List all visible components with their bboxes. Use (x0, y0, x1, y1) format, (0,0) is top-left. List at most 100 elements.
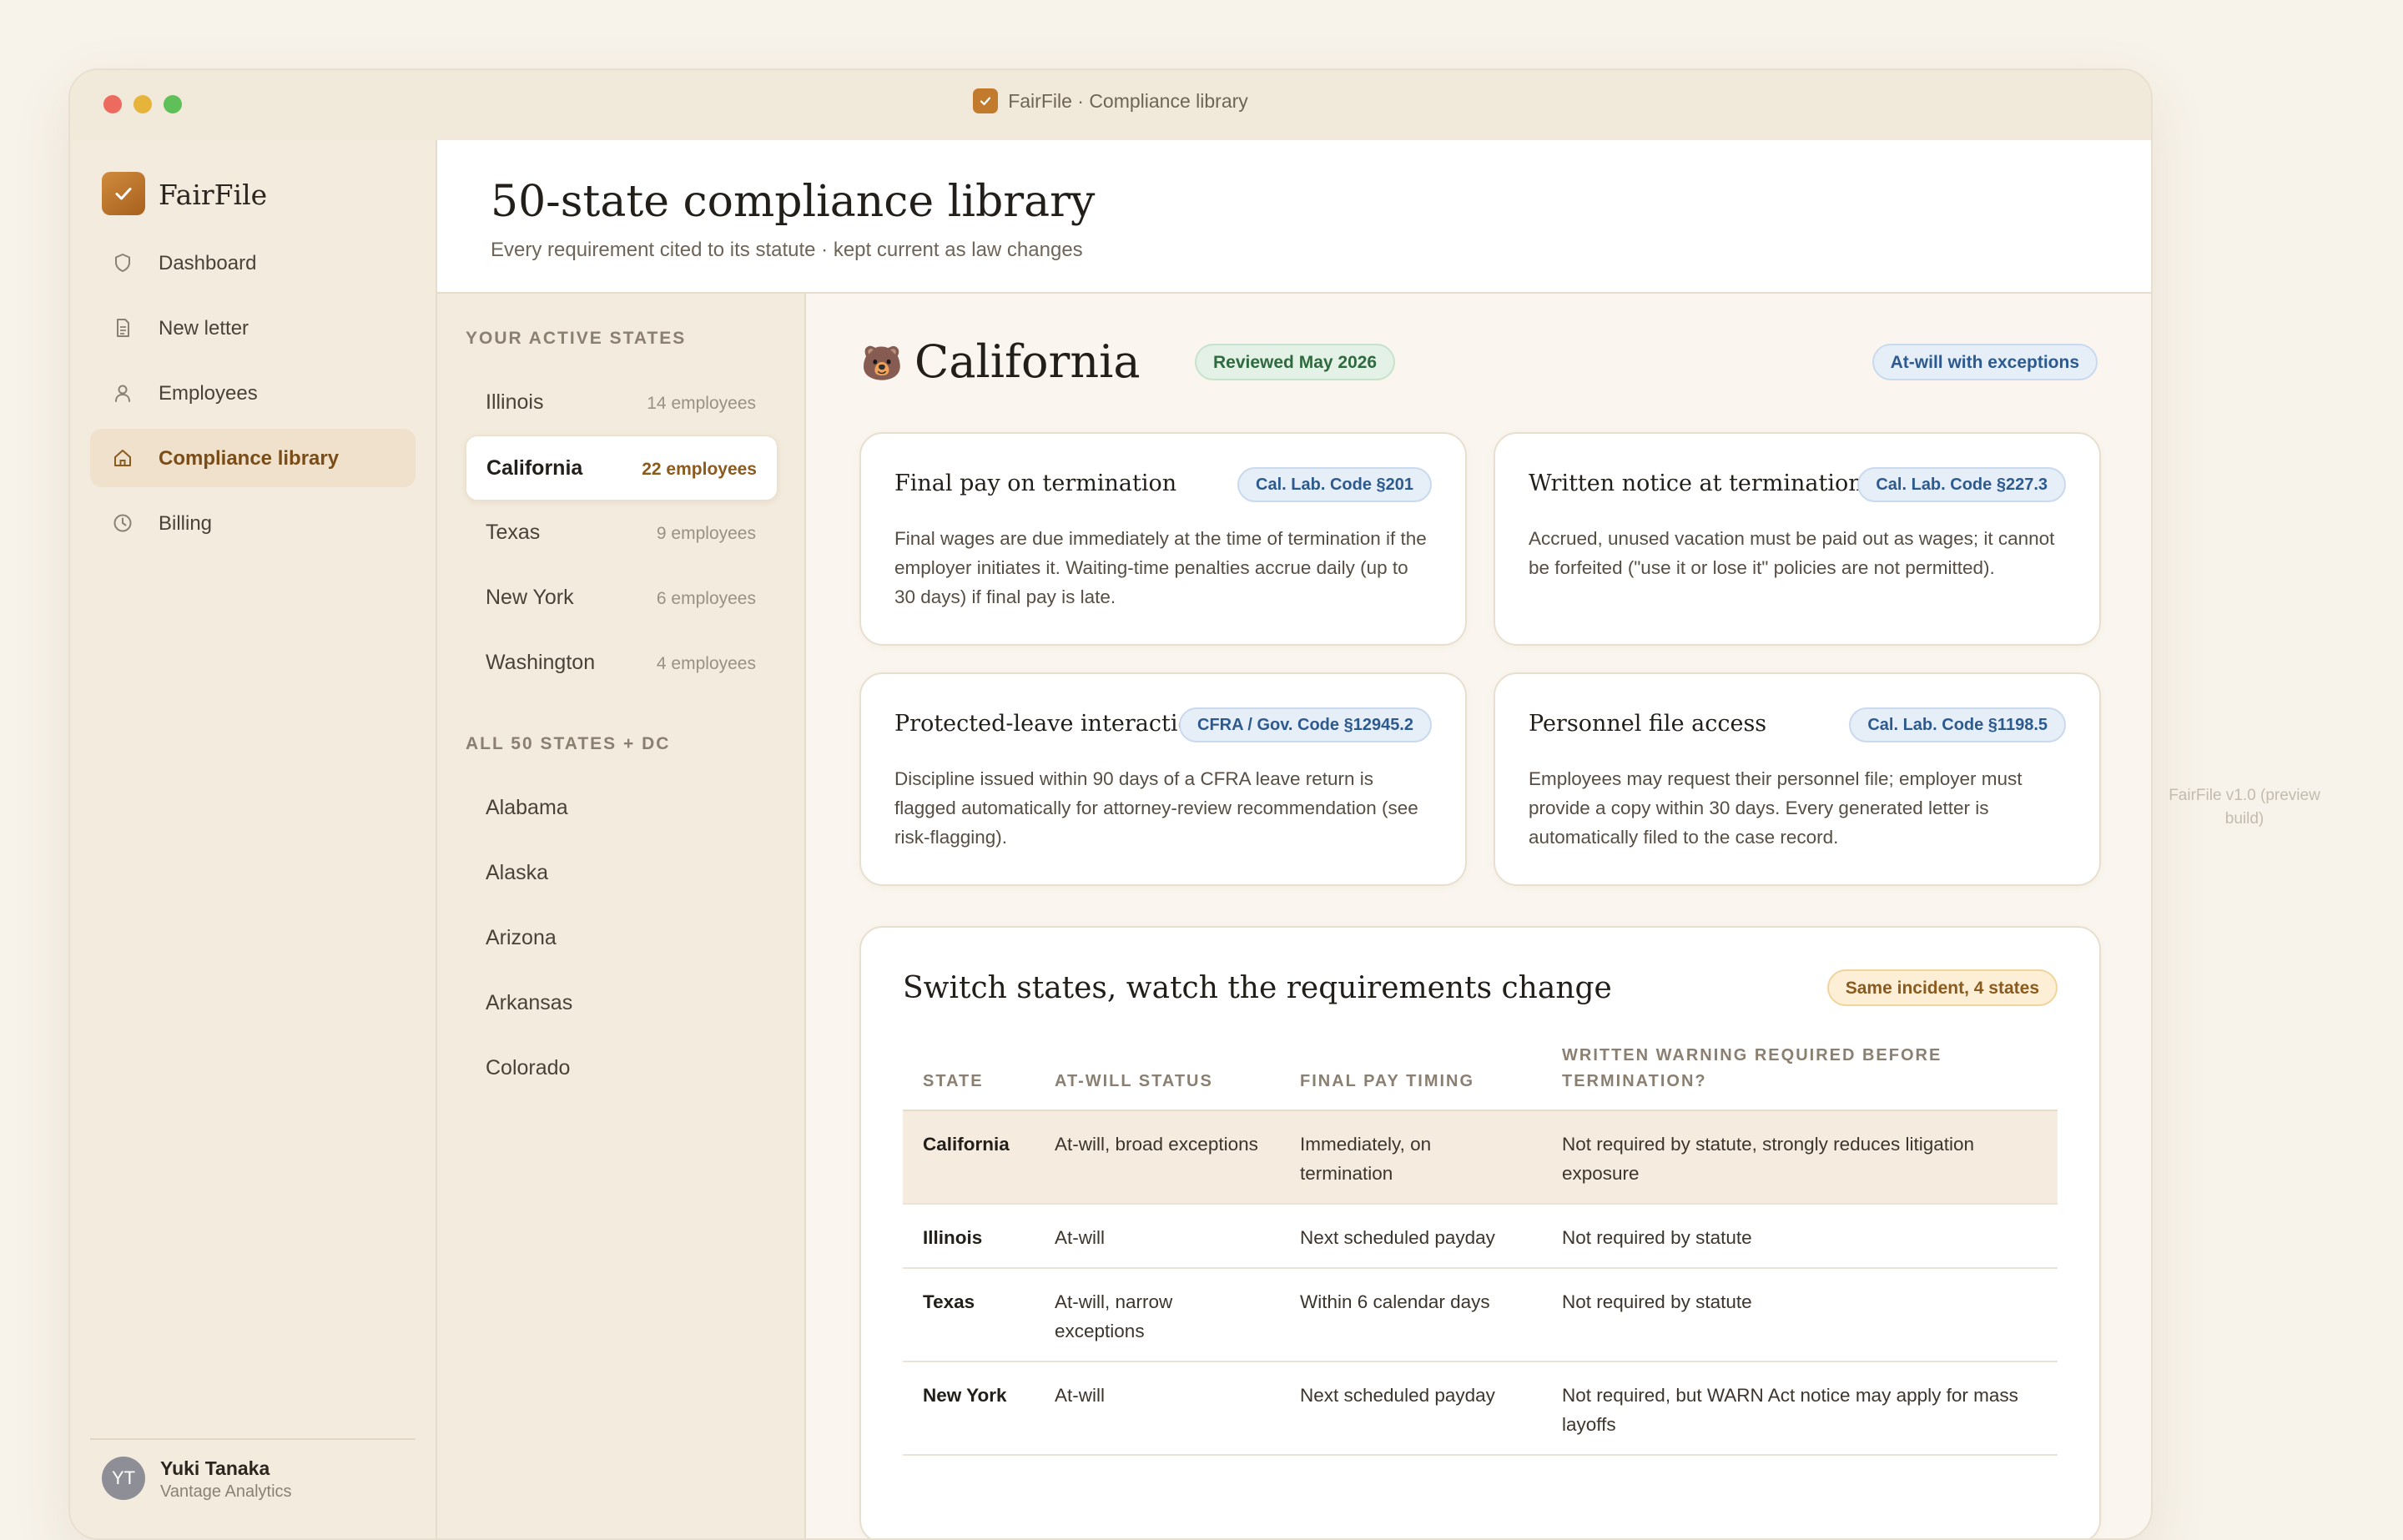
nav-label: Employees (159, 382, 258, 405)
card-body: Employees may request their personnel fi… (1529, 768, 2023, 848)
nav-item-employees[interactable]: Employees (90, 364, 416, 422)
state-item-washington[interactable]: Washington 4 employees (466, 631, 776, 694)
state-title: California (914, 335, 1141, 388)
statute-tag[interactable]: CFRA / Gov. Code §12945.2 (1179, 707, 1432, 742)
state-name: California (486, 456, 583, 480)
table-cell: Texas (903, 1268, 1035, 1362)
card-title: Final pay on termination (894, 471, 1177, 496)
brand-check-icon (102, 172, 145, 215)
state-count: 4 employees (656, 654, 756, 673)
user-divider (90, 1438, 416, 1440)
column-header: FINAL PAY TIMING (1280, 1043, 1542, 1111)
sidebar: FairFile Dashboard New letter Employees … (70, 140, 437, 1538)
nav-label: Dashboard (159, 252, 257, 274)
card-body: Accrued, unused vacation must be paid ou… (1529, 528, 2055, 578)
table-cell: New York (903, 1361, 1035, 1456)
all-states-label: ALL 50 STATES + DC (466, 734, 671, 753)
state-count: 6 employees (656, 589, 756, 608)
state-name: Illinois (486, 390, 544, 414)
table-cell: At-will, broad exceptions (1035, 1110, 1280, 1205)
state-item-illinois[interactable]: Illinois 14 employees (466, 370, 776, 434)
state-item-colorado[interactable]: Colorado (466, 1036, 776, 1100)
column-header: STATE (903, 1043, 1035, 1111)
comparison-badge: Same incident, 4 states (1826, 969, 2058, 1006)
user-org: Vantage Analytics (160, 1482, 292, 1501)
state-item-california[interactable]: California 22 employees (466, 435, 778, 501)
table-cell: Not required, but WARN Act notice may ap… (1542, 1361, 2058, 1456)
page-title: 50-state compliance library (491, 177, 1096, 227)
table-cell: Next scheduled payday (1280, 1204, 1542, 1269)
app-window: FairFile · Compliance library FairFile D… (68, 68, 2153, 1540)
comparison-table: STATE AT-WILL STATUS FINAL PAY TIMING WR… (903, 1043, 2058, 1456)
table-cell: Not required by statute, strongly reduce… (1542, 1110, 2058, 1205)
app-check-icon (973, 88, 999, 113)
state-item-texas[interactable]: Texas 9 employees (466, 501, 776, 564)
nav-item-dashboard[interactable]: Dashboard (90, 234, 416, 292)
statute-tag[interactable]: Cal. Lab. Code §227.3 (1857, 467, 2066, 502)
state-item-alabama[interactable]: Alabama (466, 776, 776, 839)
requirement-card-personnel-file: Personnel file access Cal. Lab. Code §11… (1494, 672, 2101, 886)
state-item-new-york[interactable]: New York 6 employees (466, 566, 776, 629)
table-row[interactable]: New York At-will Next scheduled payday N… (903, 1361, 2058, 1456)
state-name: New York (486, 586, 574, 609)
state-bear-icon: 🐻 (861, 345, 903, 382)
state-name: Texas (486, 521, 541, 544)
table-row[interactable]: California At-will, broad exceptions Imm… (903, 1110, 2058, 1205)
requirement-card-protected-leave: Protected-leave interaction CFRA / Gov. … (859, 672, 1467, 886)
state-item-alaska[interactable]: Alaska (466, 841, 776, 904)
table-cell: California (903, 1110, 1035, 1205)
state-item-arizona[interactable]: Arizona (466, 906, 776, 969)
window-title-area: FairFile · Compliance library (70, 88, 2151, 115)
nav-item-new-letter[interactable]: New letter (90, 299, 416, 357)
requirement-card-final-pay: Final pay on termination Cal. Lab. Code … (859, 432, 1467, 646)
comparison-title: Switch states, watch the requirements ch… (903, 971, 1612, 1005)
shield-icon (115, 254, 130, 272)
nav-item-compliance-library[interactable]: Compliance library (90, 429, 416, 487)
state-name: Alaska (486, 861, 549, 884)
table-row[interactable]: Texas At-will, narrow exceptions Within … (903, 1268, 2058, 1362)
column-header: WRITTEN WARNING REQUIRED BEFORE TERMINAT… (1542, 1043, 2058, 1111)
state-list: YOUR ACTIVE STATES Illinois 14 employees… (437, 294, 806, 1538)
nav-label: Compliance library (159, 447, 340, 470)
state-comparison-card: Switch states, watch the requirements ch… (859, 926, 2101, 1538)
table-cell: Immediately, on termination (1280, 1110, 1542, 1205)
page-header: 50-state compliance library Every requir… (437, 140, 2151, 294)
state-name: Alabama (486, 796, 568, 819)
title-bar: FairFile · Compliance library (70, 70, 2151, 142)
card-body: Final wages are due immediately at the t… (894, 528, 1427, 607)
state-name: Colorado (486, 1056, 571, 1080)
table-cell: At-will (1035, 1361, 1280, 1456)
table-header-row: STATE AT-WILL STATUS FINAL PAY TIMING WR… (903, 1043, 2058, 1111)
window-title: FairFile · Compliance library (1008, 90, 1248, 113)
table-cell: Next scheduled payday (1280, 1361, 1542, 1456)
state-name: Washington (486, 651, 596, 674)
statute-tag[interactable]: Cal. Lab. Code §1198.5 (1849, 707, 2066, 742)
table-cell: At-will, narrow exceptions (1035, 1268, 1280, 1362)
brand-name: FairFile (159, 179, 268, 211)
card-title: Personnel file access (1529, 711, 1767, 737)
table-cell: Illinois (903, 1204, 1035, 1269)
state-name: Arizona (486, 926, 557, 949)
table-cell: Not required by statute (1542, 1268, 2058, 1362)
page-subtitle: Every requirement cited to its statute ·… (491, 239, 1083, 261)
card-title: Written notice at termination (1529, 471, 1863, 496)
state-name: Arkansas (486, 991, 573, 1014)
state-item-arkansas[interactable]: Arkansas (466, 971, 776, 1034)
table-cell: At-will (1035, 1204, 1280, 1269)
requirement-card-written-notice: Written notice at termination Cal. Lab. … (1494, 432, 2101, 646)
person-icon (115, 385, 130, 402)
statute-tag[interactable]: Cal. Lab. Code §201 (1237, 467, 1432, 502)
avatar[interactable]: YT (102, 1457, 145, 1500)
status-badge: At-will with exceptions (1872, 344, 2098, 380)
nav-label: New letter (159, 317, 249, 340)
clock-icon (113, 514, 132, 532)
card-title: Protected-leave interaction (894, 711, 1207, 737)
nav-item-billing[interactable]: Billing (90, 494, 416, 552)
user-name: Yuki Tanaka (160, 1457, 270, 1479)
state-count: 9 employees (656, 524, 756, 543)
table-row[interactable]: Illinois At-will Next scheduled payday N… (903, 1204, 2058, 1269)
state-count: 14 employees (647, 394, 756, 413)
sidebar-nav: Dashboard New letter Employees Complianc… (90, 234, 416, 559)
nav-label: Billing (159, 512, 213, 535)
state-detail: 🐻 California Reviewed May 2026 At-will w… (806, 294, 2151, 1538)
